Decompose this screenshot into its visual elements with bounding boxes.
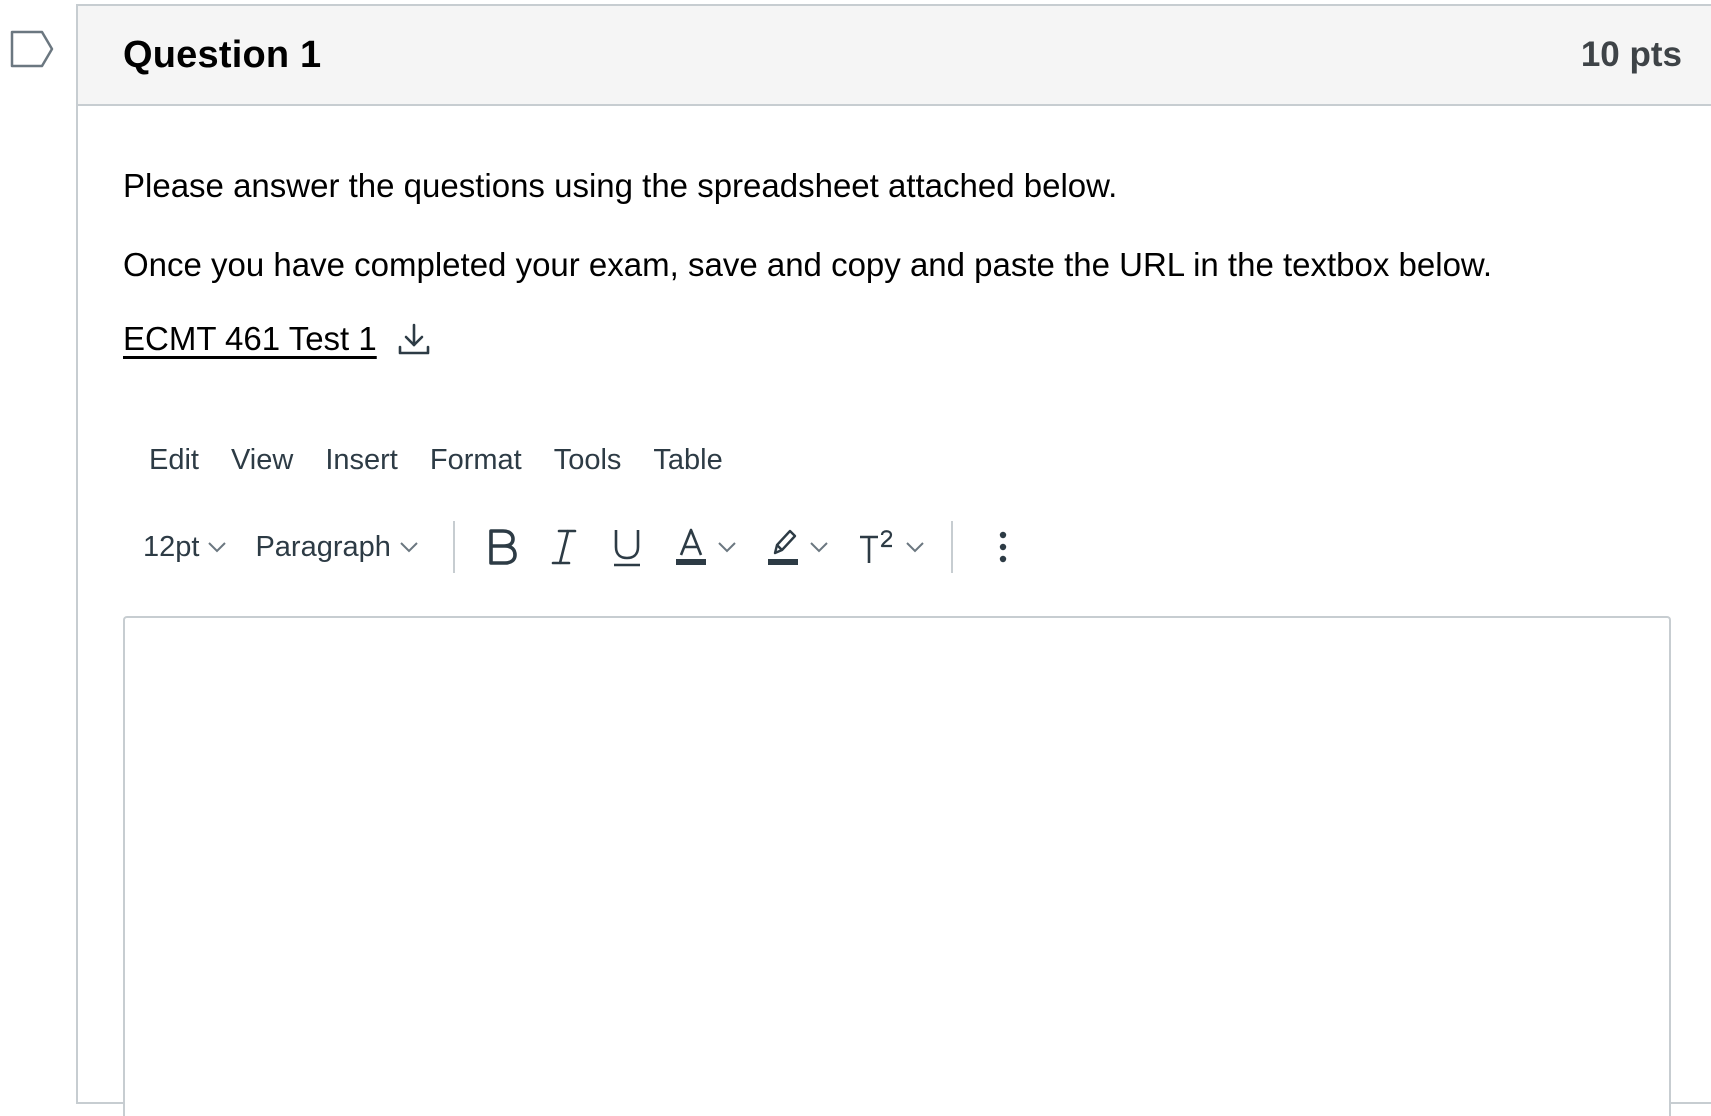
menu-view[interactable]: View <box>215 444 309 477</box>
menu-edit[interactable]: Edit <box>133 444 215 477</box>
block-format-select[interactable]: Paragraph <box>255 531 418 564</box>
attachment-line: ECMT 461 Test 1 <box>123 319 1711 359</box>
chevron-down-icon <box>717 541 737 553</box>
text-color-button[interactable] <box>673 519 737 575</box>
chevron-down-icon <box>207 541 227 553</box>
underline-icon <box>609 525 645 569</box>
question-title: Question 1 <box>123 34 321 77</box>
editor-menubar: Edit View Insert Format Tools Table <box>133 435 1711 485</box>
font-size-select[interactable]: 12pt <box>143 531 227 564</box>
text-color-icon <box>673 525 709 569</box>
more-options-icon <box>997 527 1009 567</box>
font-size-value: 12pt <box>143 531 199 564</box>
bold-icon <box>485 525 519 569</box>
attachment-link[interactable]: ECMT 461 Test 1 <box>123 320 377 358</box>
highlight-button[interactable] <box>765 519 829 575</box>
menu-format[interactable]: Format <box>414 444 538 477</box>
underline-button[interactable] <box>609 519 645 575</box>
question-header: Question 1 10 pts <box>78 6 1711 106</box>
editor-toolbar: 12pt Paragraph <box>143 517 1711 577</box>
menu-insert[interactable]: Insert <box>309 444 414 477</box>
toolbar-divider <box>453 521 455 573</box>
superscript-button[interactable] <box>857 519 925 575</box>
answer-textbox[interactable] <box>123 616 1671 1116</box>
question-text-1: Please answer the questions using the sp… <box>123 166 1711 206</box>
italic-icon <box>547 525 581 569</box>
chevron-down-icon <box>905 541 925 553</box>
flag-question-icon[interactable] <box>10 30 55 68</box>
menu-tools[interactable]: Tools <box>538 444 638 477</box>
menu-table[interactable]: Table <box>637 444 738 477</box>
download-icon[interactable] <box>395 319 433 359</box>
italic-button[interactable] <box>547 519 581 575</box>
highlight-icon <box>765 525 801 569</box>
block-format-value: Paragraph <box>255 531 390 564</box>
question-points: 10 pts <box>1581 35 1682 75</box>
chevron-down-icon <box>399 541 419 553</box>
more-options-button[interactable] <box>997 519 1009 575</box>
question-text-2: Once you have completed your exam, save … <box>123 245 1711 285</box>
chevron-down-icon <box>809 541 829 553</box>
question-card: Question 1 10 pts Please answer the ques… <box>76 4 1711 1104</box>
superscript-icon <box>857 525 897 569</box>
toolbar-divider <box>951 521 953 573</box>
bold-button[interactable] <box>485 519 519 575</box>
question-body: Please answer the questions using the sp… <box>78 106 1711 577</box>
